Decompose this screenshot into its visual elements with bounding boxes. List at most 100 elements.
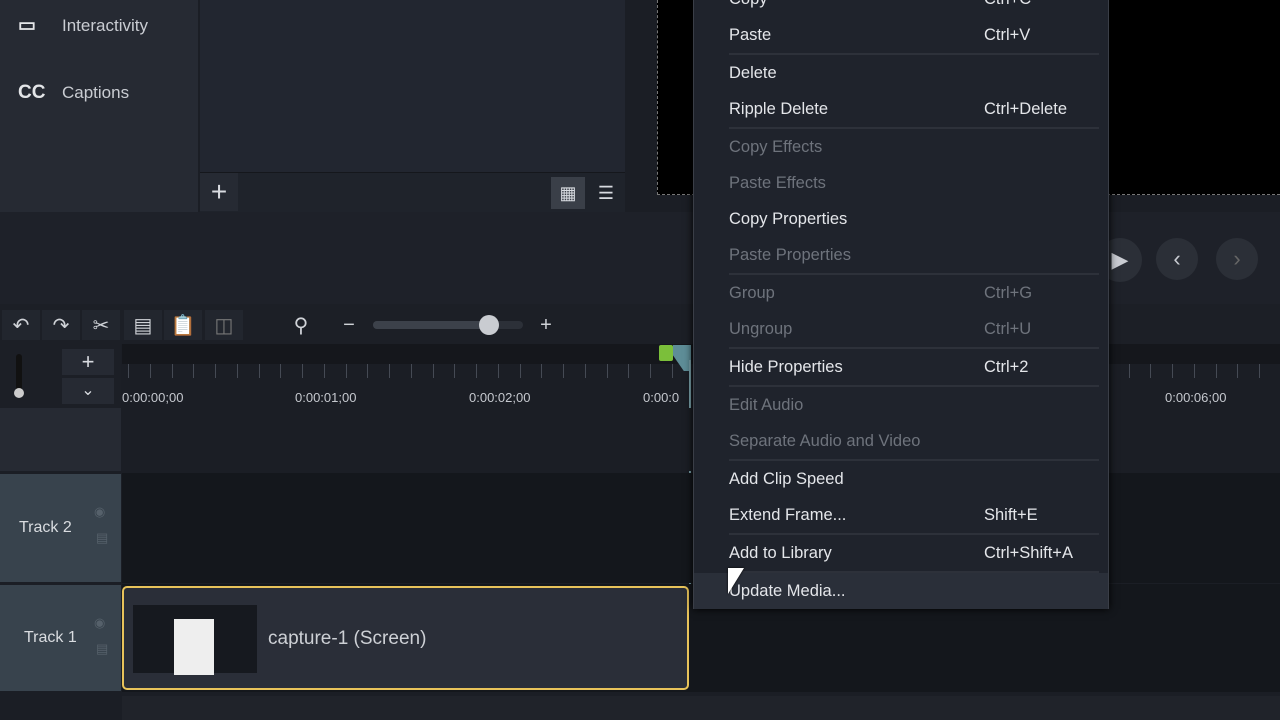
menu-item-separate-audio-and-video[interactable]: Separate Audio and Video <box>694 423 1108 459</box>
cut-icon[interactable]: ✂ <box>82 310 120 340</box>
split-icon[interactable]: ◫ <box>205 310 243 340</box>
zoom-out-icon[interactable]: − <box>330 310 368 340</box>
track-name: Track 1 <box>24 629 77 646</box>
ruler-tick <box>410 364 412 378</box>
menu-item-label: Update Media... <box>729 581 846 600</box>
menu-item-label: Edit Audio <box>729 395 804 414</box>
menu-item-ungroup[interactable]: Ungroup Ctrl+U <box>694 311 1108 347</box>
menu-item-label: Copy Effects <box>729 137 823 156</box>
menu-item-label: Paste <box>729 25 772 44</box>
ruler-tick <box>628 364 630 378</box>
bin-toolbar: + ▦ ☰ <box>200 172 625 212</box>
ruler-tick <box>215 364 216 378</box>
zoom-slider[interactable] <box>373 315 523 335</box>
lock-icon[interactable]: ▤ <box>96 530 108 546</box>
undo-icon[interactable]: ↶ <box>2 310 40 340</box>
menu-item-shortcut: Ctrl+Delete <box>984 99 1067 118</box>
menu-item-shortcut: Ctrl+V <box>984 25 1031 44</box>
menu-item-copy-properties[interactable]: Copy Properties <box>694 201 1108 237</box>
menu-item-label: Paste Properties <box>729 245 851 264</box>
track-header-1[interactable]: Track 1 ◉ ▤ <box>0 585 121 691</box>
ruler-tick <box>541 364 543 378</box>
add-button[interactable]: + <box>200 173 238 211</box>
menu-item-edit-audio[interactable]: Edit Audio <box>694 387 1108 423</box>
grid-view-icon[interactable]: ▦ <box>551 177 585 209</box>
sidebar: ▭ Interactivity CC Captions <box>0 0 198 212</box>
menu-item-hide-properties[interactable]: Hide Properties Ctrl+2 <box>694 349 1108 385</box>
ruler-tick <box>1259 364 1260 378</box>
menu-item-label: Delete <box>729 63 777 82</box>
menu-item-label: Copy <box>729 0 768 9</box>
next-icon[interactable]: › <box>1216 238 1258 280</box>
menu-item-copy[interactable]: Copy Ctrl+C <box>694 0 1108 17</box>
menu-item-add-to-library[interactable]: Add to Library Ctrl+Shift+A <box>694 535 1108 571</box>
menu-item-label: Add Clip Speed <box>729 469 844 488</box>
ruler-label: 0:00:0 <box>643 390 680 405</box>
ruler-tick <box>1128 364 1130 378</box>
add-track-button[interactable]: + <box>62 349 114 375</box>
ruler-tick <box>389 364 390 378</box>
search-icon[interactable]: ⚲ <box>282 310 320 340</box>
copy-icon[interactable]: ▤ <box>124 310 162 340</box>
list-view-icon[interactable]: ☰ <box>589 177 623 209</box>
ruler-tick <box>563 364 564 378</box>
menu-item-ripple-delete[interactable]: Ripple Delete Ctrl+Delete <box>694 91 1108 127</box>
menu-item-extend-frame[interactable]: Extend Frame... Shift+E <box>694 497 1108 533</box>
zoom-in-icon[interactable]: + <box>527 310 565 340</box>
redo-icon[interactable]: ↷ <box>42 310 80 340</box>
previous-icon[interactable]: ‹ <box>1156 238 1198 280</box>
ruler-tick <box>236 364 238 378</box>
clip-label: capture-1 (Screen) <box>268 628 427 649</box>
ruler-tick <box>171 364 173 378</box>
menu-item-shortcut: Ctrl+C <box>984 0 1031 9</box>
menu-item-paste-effects[interactable]: Paste Effects <box>694 165 1108 201</box>
menu-item-group[interactable]: Group Ctrl+G <box>694 275 1108 311</box>
sidebar-item-captions[interactable]: CC Captions <box>18 82 129 104</box>
menu-item-update-media[interactable]: Update Media... <box>694 573 1108 609</box>
paste-icon[interactable]: 📋 <box>164 310 202 340</box>
zoom-slider-fill <box>373 321 489 329</box>
ruler-tick <box>302 364 303 378</box>
menu-item-label: Copy Properties <box>729 209 848 228</box>
menu-item-label: Ripple Delete <box>729 99 829 118</box>
ruler-tick <box>280 364 282 378</box>
timeline-clip[interactable]: capture-1 (Screen) <box>122 586 689 690</box>
menu-item-label: Group <box>729 283 775 302</box>
ruler-label: 0:00:00;00 <box>122 390 184 405</box>
menu-item-paste[interactable]: Paste Ctrl+V <box>694 17 1108 53</box>
track-controls: + ⌄ <box>0 344 121 408</box>
ruler-tick <box>671 364 673 378</box>
menu-item-label: Paste Effects <box>729 173 826 192</box>
chevron-down-icon[interactable]: ⌄ <box>62 378 114 404</box>
track-name: Track 2 <box>19 519 72 536</box>
menu-item-delete[interactable]: Delete <box>694 55 1108 91</box>
ruler-tick <box>258 364 260 378</box>
eye-icon[interactable]: ◉ <box>94 615 105 631</box>
menu-item-copy-effects[interactable]: Copy Effects <box>694 129 1108 165</box>
track-header-empty <box>0 408 121 471</box>
lock-icon[interactable]: ▤ <box>96 641 108 657</box>
menu-item-shortcut: Ctrl+U <box>984 319 1032 338</box>
eye-icon[interactable]: ◉ <box>94 504 105 520</box>
track-header-2[interactable]: Track 2 ◉ ▤ <box>0 474 121 582</box>
thumbnail-window <box>174 619 214 675</box>
sidebar-item-label: Interactivity <box>62 15 148 35</box>
menu-item-add-clip-speed[interactable]: Add Clip Speed <box>694 461 1108 497</box>
menu-item-label: Extend Frame... <box>729 505 847 524</box>
menu-item-label: Ungroup <box>729 319 793 338</box>
ruler-tick <box>345 364 347 378</box>
selection-in-handle[interactable] <box>659 345 673 361</box>
menu-item-label: Hide Properties <box>729 357 843 376</box>
horizontal-scrollbar[interactable] <box>122 696 1280 720</box>
ruler-label: 0:00:02;00 <box>469 390 531 405</box>
interactivity-icon: ▭ <box>18 15 36 36</box>
zoom-slider-handle[interactable] <box>479 315 499 335</box>
ruler-tick <box>323 364 325 378</box>
sidebar-item-interactivity[interactable]: ▭ Interactivity <box>18 14 148 37</box>
ruler-tick <box>606 364 608 378</box>
track-height-handle[interactable] <box>14 388 24 398</box>
ruler-tick <box>1150 364 1152 378</box>
menu-item-paste-properties[interactable]: Paste Properties <box>694 237 1108 273</box>
ruler-tick <box>432 364 434 378</box>
ruler-label: 0:00:06;00 <box>1165 390 1227 405</box>
